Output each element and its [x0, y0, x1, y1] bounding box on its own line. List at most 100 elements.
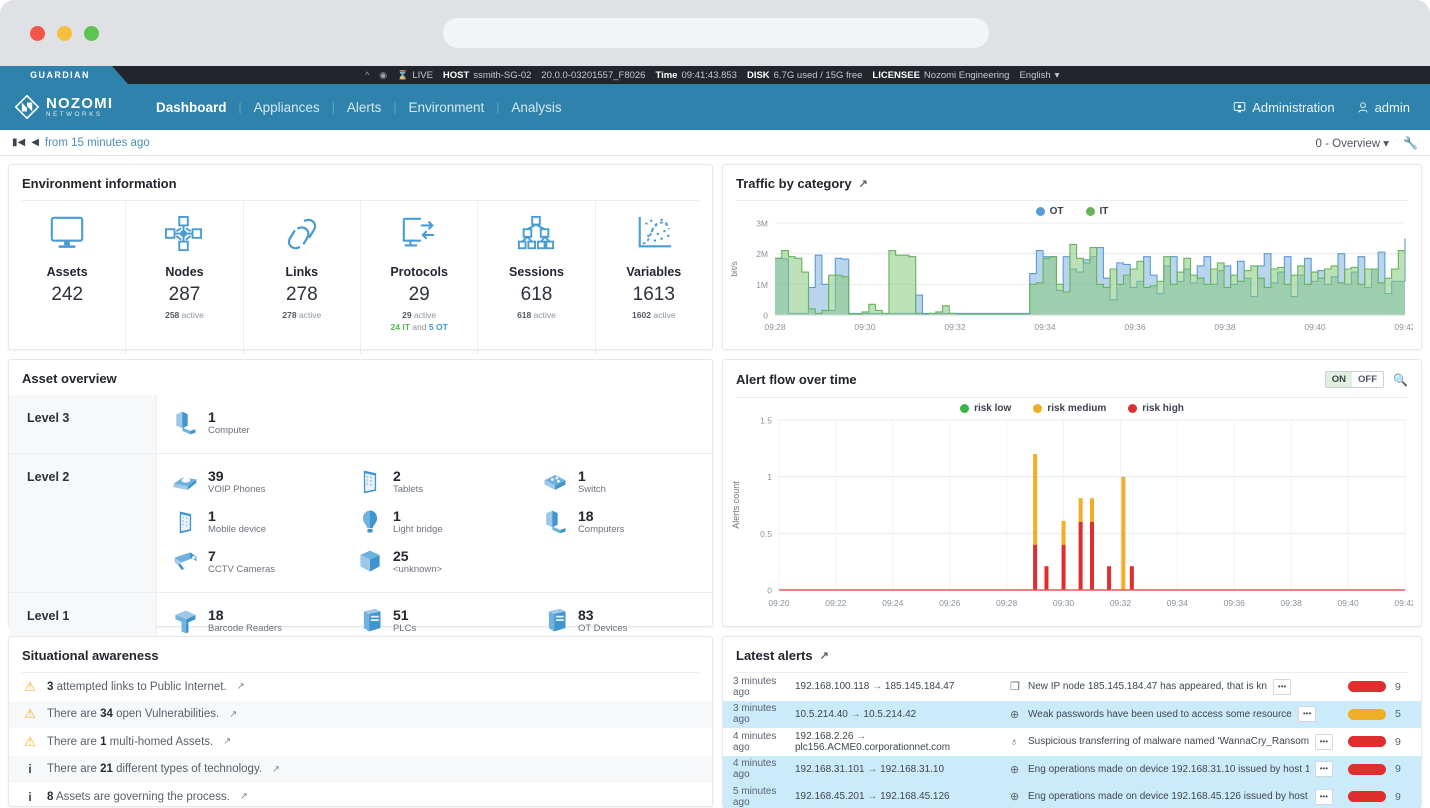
licensee-value: Nozomi Engineering: [924, 70, 1010, 81]
env-cell-protocols[interactable]: Protocols 29 29 active 24 IT and 5 OT: [361, 201, 478, 355]
env-cell-sessions[interactable]: Sessions 618 618 active: [478, 201, 595, 355]
alert-more-button[interactable]: •••: [1315, 761, 1333, 777]
svg-text:09:32: 09:32: [1110, 598, 1132, 608]
env-cell-nodes[interactable]: Nodes 287 258 active: [126, 201, 243, 355]
open-external-icon[interactable]: ↗: [859, 177, 868, 190]
asset-item[interactable]: 25 <unknown>: [342, 542, 527, 582]
alert-destination: 10.5.214.42: [863, 709, 916, 720]
nav-item-dashboard[interactable]: Dashboard: [144, 100, 239, 115]
legend-item-risk-medium[interactable]: risk medium: [1033, 403, 1106, 414]
asset-item[interactable]: 18 Computers: [527, 502, 712, 542]
alert-more-button[interactable]: •••: [1315, 734, 1333, 750]
alert-connection: 192.168.100.118 → 185.145.184.47: [795, 681, 1010, 692]
dashboard-selector[interactable]: 0 - Overview ▾: [1316, 136, 1390, 150]
user-menu-button[interactable]: admin: [1357, 100, 1410, 115]
situational-row[interactable]: ⚠ 3 attempted links to Public Internet. …: [9, 673, 712, 701]
voip-phone-icon: [171, 468, 199, 496]
svg-text:1M: 1M: [756, 280, 768, 290]
alert-score: 9: [1395, 681, 1421, 693]
open-external-icon[interactable]: ↗: [272, 764, 280, 775]
situational-row[interactable]: ⚠ There are 1 multi-homed Assets. ↗: [9, 728, 712, 756]
open-external-icon[interactable]: ↗: [237, 681, 245, 692]
legend-item-risk-low[interactable]: risk low: [960, 403, 1011, 414]
plc-icon: [356, 607, 384, 635]
asset-name: PLCs: [393, 624, 416, 635]
nav-item-analysis[interactable]: Analysis: [499, 100, 573, 115]
situational-row[interactable]: i 8 Assets are governing the process. ↗: [9, 783, 712, 808]
svg-text:09:42: 09:42: [1394, 322, 1413, 332]
nav-item-environment[interactable]: Environment: [396, 100, 496, 115]
env-value: 29: [409, 284, 430, 306]
situational-row[interactable]: ⚠ There are 34 open Vulnerabilities. ↗: [9, 701, 712, 729]
open-external-icon[interactable]: ↗: [820, 649, 829, 662]
language-selector[interactable]: English ▾: [1019, 70, 1059, 81]
minimize-window-button[interactable]: [57, 26, 72, 41]
eye-icon[interactable]: ◉: [379, 70, 387, 81]
computer-icon: [171, 409, 199, 437]
nav-item-appliances[interactable]: Appliances: [242, 100, 332, 115]
legend-item-it[interactable]: IT: [1086, 206, 1109, 217]
traffic-chart[interactable]: 01M2M3M09:2809:3009:3209:3409:3609:3809:…: [723, 217, 1421, 342]
nav-item-alerts[interactable]: Alerts: [335, 100, 394, 115]
toggle-on-button[interactable]: ON: [1326, 372, 1352, 387]
asset-item[interactable]: 1 Computer: [157, 403, 342, 443]
search-icon[interactable]: 🔍: [1393, 373, 1408, 387]
chevron-up-icon[interactable]: ^: [365, 70, 369, 80]
alert-row[interactable]: 4 minutes ago192.168.31.101 → 192.168.31…: [723, 756, 1421, 784]
time-range-control[interactable]: ▮◀ ◀ from 15 minutes ago: [12, 137, 150, 149]
toggle-off-button[interactable]: OFF: [1352, 372, 1383, 387]
svg-text:bit/s: bit/s: [729, 261, 739, 277]
alert-flow-toggle[interactable]: ON OFF: [1325, 371, 1384, 388]
address-bar[interactable]: [443, 18, 989, 48]
alert-message: Eng operations made on device 192.168.45…: [1028, 791, 1309, 802]
alert-row[interactable]: 4 minutes ago192.168.2.26 → plc156.ACME0…: [723, 728, 1421, 756]
alert-row[interactable]: 3 minutes ago10.5.214.40 → 10.5.214.42⊕W…: [723, 701, 1421, 729]
card-latest-alerts: Latest alerts ↗ 3 minutes ago192.168.100…: [722, 636, 1422, 807]
settings-wrench-icon[interactable]: 🔧: [1403, 136, 1418, 150]
step-back-icon[interactable]: ◀: [31, 137, 39, 148]
browser-chrome: [0, 0, 1430, 66]
alert-more-button[interactable]: •••: [1273, 679, 1291, 695]
env-cell-variables[interactable]: Variables 1613 1602 active: [596, 201, 712, 355]
svg-text:09:34: 09:34: [1034, 322, 1056, 332]
alert-more-button[interactable]: •••: [1315, 789, 1333, 805]
asset-item[interactable]: 2 Tablets: [342, 462, 527, 502]
alertflow-chart[interactable]: 00.511.509:2009:2209:2409:2609:2809:3009…: [723, 414, 1421, 619]
asset-item[interactable]: 1 Switch: [527, 462, 712, 502]
product-tab[interactable]: GUARDIAN: [0, 66, 128, 84]
asset-item[interactable]: 1 Mobile device: [157, 502, 342, 542]
env-cell-links[interactable]: Links 278 278 active: [244, 201, 361, 355]
situational-row[interactable]: i There are 21 different types of techno…: [9, 756, 712, 784]
open-external-icon[interactable]: ↗: [229, 709, 237, 720]
dashboard-grid: Environment information Assets: [0, 156, 1430, 808]
computer-icon: [541, 508, 569, 536]
asset-item[interactable]: 1 Light bridge: [342, 502, 527, 542]
brand-logo[interactable]: NOZOMI NETWORKS: [0, 94, 128, 120]
open-external-icon[interactable]: ↗: [240, 791, 248, 802]
alert-more-button[interactable]: •••: [1298, 706, 1316, 722]
traffic-title: Traffic by category: [736, 176, 852, 191]
asset-item[interactable]: 39 VOIP Phones: [157, 462, 342, 502]
card-title: Situational awareness: [9, 637, 712, 672]
alert-row[interactable]: 3 minutes ago192.168.100.118 → 185.145.1…: [723, 673, 1421, 701]
env-cell-assets[interactable]: Assets 242: [9, 201, 126, 355]
open-external-icon[interactable]: ↗: [223, 736, 231, 747]
asset-count: 7: [208, 548, 275, 564]
card-environment-information: Environment information Assets: [8, 164, 713, 350]
maximize-window-button[interactable]: [84, 26, 99, 41]
alert-row[interactable]: 5 minutes ago192.168.45.201 → 192.168.45…: [723, 783, 1421, 808]
skip-start-icon[interactable]: ▮◀: [12, 137, 25, 148]
legend-item-ot[interactable]: OT: [1036, 206, 1064, 217]
svg-text:09:36: 09:36: [1124, 322, 1146, 332]
alert-score: 5: [1395, 708, 1421, 720]
svg-text:09:38: 09:38: [1214, 322, 1236, 332]
asset-count: 25: [393, 548, 442, 564]
alert-message: Suspicious transferring of malware named…: [1028, 736, 1309, 747]
svg-text:09:28: 09:28: [996, 598, 1018, 608]
alert-message: New IP node 185.145.184.47 has appeared,…: [1028, 681, 1267, 692]
asset-item[interactable]: 7 CCTV Cameras: [157, 542, 342, 582]
legend-item-risk-high[interactable]: risk high: [1128, 403, 1184, 414]
administration-button[interactable]: Administration: [1233, 100, 1334, 115]
close-window-button[interactable]: [30, 26, 45, 41]
arrow-icon: →: [867, 791, 877, 802]
